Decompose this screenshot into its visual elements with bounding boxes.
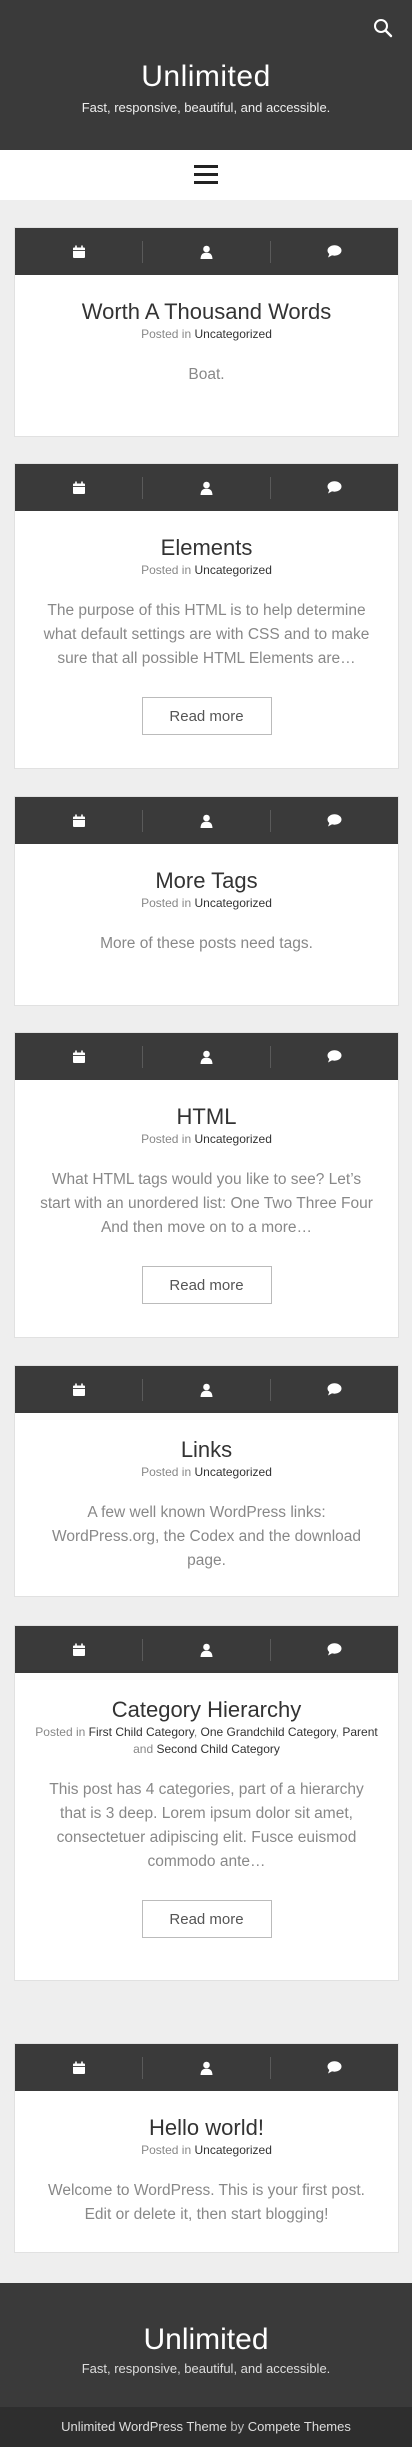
- category-link[interactable]: Uncategorized: [195, 327, 272, 341]
- category-link[interactable]: Second Child Category: [156, 1742, 279, 1756]
- post-excerpt: A few well known WordPress links: WordPr…: [51, 1504, 362, 1569]
- posted-in-label: Posted in: [141, 327, 192, 341]
- read-more-button[interactable]: Read more: [141, 1900, 272, 1938]
- category-link[interactable]: Uncategorized: [195, 1465, 272, 1479]
- category-link[interactable]: Parent: [342, 1725, 377, 1739]
- post-meta-bar: [15, 228, 398, 275]
- post-excerpt: This post has 4 categories, part of a hi…: [49, 1781, 364, 1870]
- comments-icon[interactable]: [270, 476, 398, 499]
- post-categories: Posted in Uncategorized: [35, 562, 378, 579]
- post-excerpt: More of these posts need tags.: [100, 935, 313, 952]
- author-icon[interactable]: [142, 240, 270, 263]
- author-icon[interactable]: [142, 809, 270, 832]
- post-categories: Posted in First Child Category, One Gran…: [35, 1725, 378, 1756]
- category-link[interactable]: Uncategorized: [195, 896, 272, 910]
- category-link[interactable]: Uncategorized: [195, 2143, 272, 2157]
- comments-icon[interactable]: [270, 1638, 398, 1661]
- post-title[interactable]: Hello world!: [35, 2115, 378, 2141]
- posted-in-label: Posted in: [141, 1132, 192, 1146]
- post-title[interactable]: Category Hierarchy: [35, 1697, 378, 1723]
- comments-icon[interactable]: [270, 240, 398, 263]
- hamburger-menu-icon[interactable]: [194, 165, 218, 185]
- posted-in-label: Posted in: [141, 2143, 192, 2157]
- menu-bar: [0, 150, 412, 200]
- post-title[interactable]: HTML: [35, 1104, 378, 1130]
- post-body: More Tags Posted in Uncategorized More of …: [15, 868, 398, 956]
- date-icon[interactable]: [15, 810, 142, 832]
- post-excerpt: The purpose of this HTML is to help dete…: [43, 602, 370, 667]
- category-link[interactable]: First Child Category: [89, 1725, 194, 1739]
- post-categories: Posted in Uncategorized: [35, 1131, 378, 1148]
- post-categories: Posted in Uncategorized: [35, 326, 378, 343]
- author-icon[interactable]: [142, 476, 270, 499]
- post-meta-bar: [15, 464, 398, 511]
- date-icon[interactable]: [15, 477, 142, 499]
- posted-in-label: Posted in: [141, 896, 192, 910]
- post-title[interactable]: Elements: [35, 535, 378, 561]
- post-categories: Posted in Uncategorized: [35, 1464, 378, 1481]
- post-meta-bar: [15, 1033, 398, 1080]
- post-card: More Tags Posted in Uncategorized More of …: [14, 796, 399, 1006]
- date-icon[interactable]: [15, 1046, 142, 1068]
- post-meta-bar: [15, 2044, 398, 2091]
- post-meta-bar: [15, 1626, 398, 1673]
- post-body: Elements Posted in Uncategorized The purpo…: [15, 535, 398, 735]
- site-title[interactable]: Unlimited: [0, 60, 412, 94]
- post-excerpt: What HTML tags would you like to see? Le…: [40, 1171, 373, 1236]
- post-card: Category Hierarchy Posted in First Child …: [14, 1625, 399, 1981]
- post-body: Hello world! Posted in Uncategorized Welco…: [15, 2115, 398, 2227]
- post-categories: Posted in Uncategorized: [35, 2142, 378, 2159]
- author-icon[interactable]: [142, 1045, 270, 1068]
- post-excerpt: Welcome to WordPress. This is your first…: [48, 2182, 365, 2223]
- read-more-button[interactable]: Read more: [141, 1266, 272, 1304]
- site-header: Unlimited Fast, responsive, beautiful, a…: [0, 0, 412, 150]
- footer-credit: Unlimited WordPress Theme by Compete The…: [0, 2407, 412, 2447]
- post-card: Worth A Thousand Words Posted in Uncatego…: [14, 227, 399, 437]
- read-more-button[interactable]: Read more: [141, 697, 272, 735]
- post-card: Elements Posted in Uncategorized The purpo…: [14, 463, 399, 769]
- post-card: Links Posted in Uncategorized A few well k…: [14, 1365, 399, 1597]
- author-icon[interactable]: [142, 1378, 270, 1401]
- theme-link[interactable]: Unlimited WordPress Theme: [61, 2419, 227, 2434]
- post-card: HTML Posted in Uncategorized What HTML tag…: [14, 1032, 399, 1338]
- post-body: Links Posted in Uncategorized A few well k…: [15, 1437, 398, 1573]
- posted-in-label: Posted in: [141, 1465, 192, 1479]
- posted-in-label: Posted in: [35, 1725, 86, 1739]
- date-icon[interactable]: [15, 1379, 142, 1401]
- comments-icon[interactable]: [270, 1378, 398, 1401]
- category-link[interactable]: One Grandchild Category: [200, 1725, 335, 1739]
- post-list: Worth A Thousand Words Posted in Uncatego…: [0, 200, 412, 2253]
- post-meta-bar: [15, 797, 398, 844]
- post-meta-bar: [15, 1366, 398, 1413]
- search-icon[interactable]: [372, 18, 394, 40]
- category-separator: and: [133, 1742, 154, 1756]
- comments-icon[interactable]: [270, 2056, 398, 2079]
- post-body: HTML Posted in Uncategorized What HTML tag…: [15, 1104, 398, 1304]
- credit-by: by: [230, 2419, 245, 2434]
- post-title[interactable]: More Tags: [35, 868, 378, 894]
- post-categories: Posted in Uncategorized: [35, 895, 378, 912]
- comments-icon[interactable]: [270, 1045, 398, 1068]
- post-title[interactable]: Links: [35, 1437, 378, 1463]
- post-card: Hello world! Posted in Uncategorized Welco…: [14, 2043, 399, 2253]
- comments-icon[interactable]: [270, 809, 398, 832]
- post-excerpt: Boat.: [188, 366, 225, 383]
- author-icon[interactable]: [142, 1638, 270, 1661]
- author-link[interactable]: Compete Themes: [248, 2419, 351, 2434]
- footer-tagline: Fast, responsive, beautiful, and accessi…: [81, 2361, 331, 2376]
- site-tagline: Fast, responsive, beautiful, and accessi…: [81, 100, 331, 115]
- posted-in-label: Posted in: [141, 563, 192, 577]
- author-icon[interactable]: [142, 2056, 270, 2079]
- category-link[interactable]: Uncategorized: [195, 563, 272, 577]
- date-icon[interactable]: [15, 1639, 142, 1661]
- category-link[interactable]: Uncategorized: [195, 1132, 272, 1146]
- site-footer: Unlimited Fast, responsive, beautiful, a…: [0, 2283, 412, 2447]
- post-body: Worth A Thousand Words Posted in Uncatego…: [15, 299, 398, 387]
- post-body: Category Hierarchy Posted in First Child …: [15, 1697, 398, 1938]
- date-icon[interactable]: [15, 2057, 142, 2079]
- date-icon[interactable]: [15, 241, 142, 263]
- footer-title[interactable]: Unlimited: [0, 2323, 412, 2357]
- post-title[interactable]: Worth A Thousand Words: [35, 299, 378, 325]
